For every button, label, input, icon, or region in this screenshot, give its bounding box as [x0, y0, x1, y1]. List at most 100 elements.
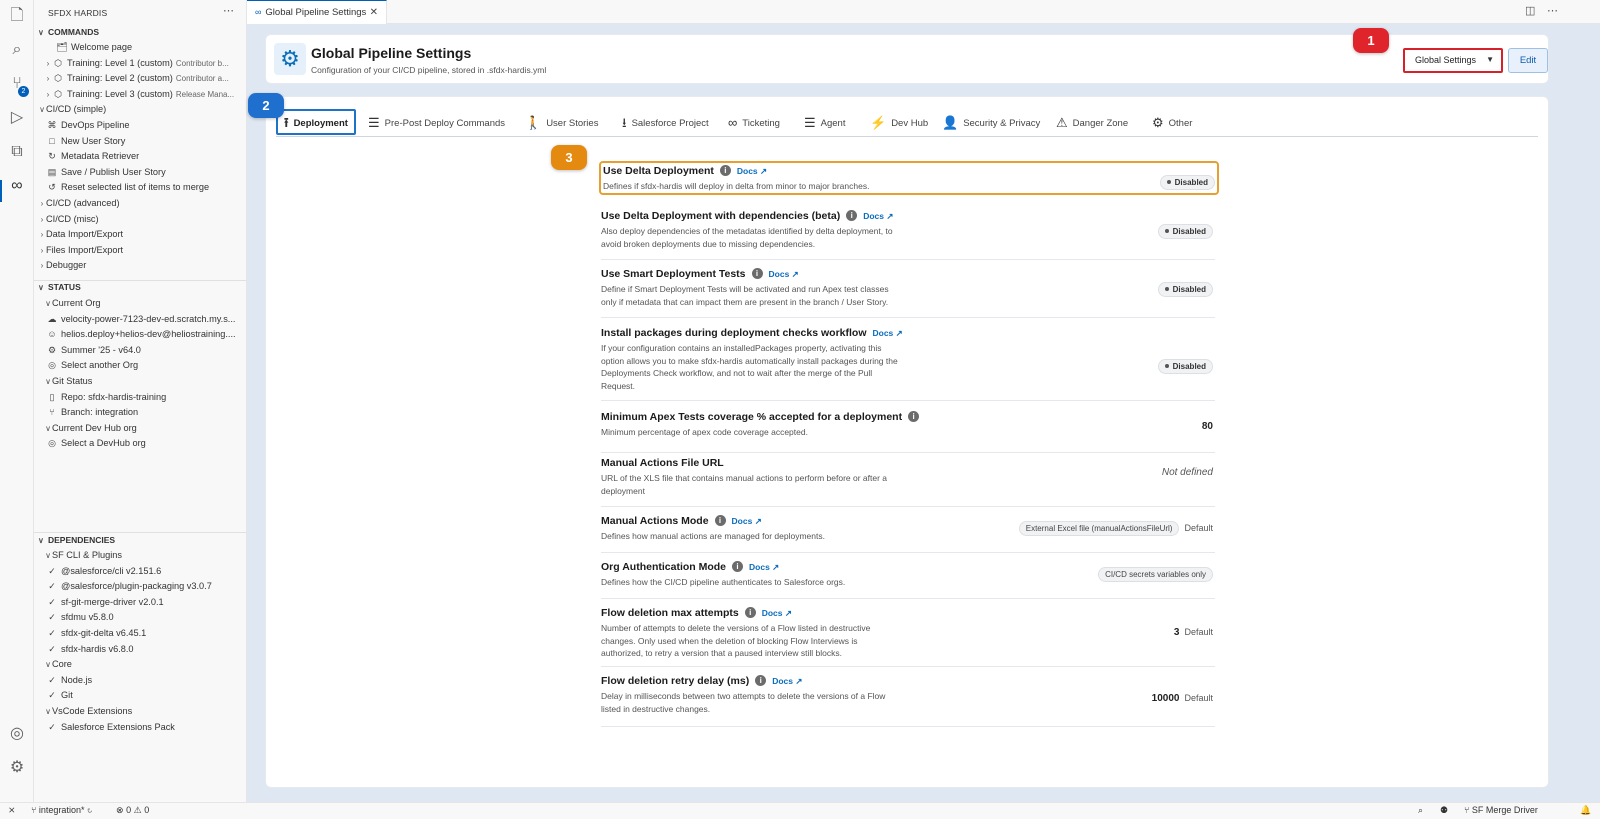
command-item[interactable]: □ New User Story: [34, 134, 246, 149]
status-section-header[interactable]: ∨ STATUS: [34, 282, 246, 296]
dependencies-section-header[interactable]: ∨ DEPENDENCIES: [34, 535, 246, 549]
command-item[interactable]: ∨CI/CD (simple): [34, 102, 246, 117]
status-item[interactable]: ◎ Select another Org: [34, 358, 246, 373]
status-label: Branch: integration: [61, 407, 139, 418]
info-icon[interactable]: i: [846, 210, 858, 221]
info-icon[interactable]: i: [744, 607, 756, 618]
docs-link[interactable]: Docs ↗: [772, 676, 802, 686]
info-icon[interactable]: i: [714, 515, 726, 526]
status-item[interactable]: ◎ Select a DevHub org: [34, 436, 246, 451]
docs-link[interactable]: Docs ↗: [863, 211, 893, 221]
docs-link[interactable]: Docs ↗: [737, 166, 767, 176]
remote-icon[interactable]: ⨯: [8, 805, 16, 816]
status-item[interactable]: ∨Current Org: [34, 296, 246, 311]
setting-title-text: Use Smart Deployment Tests: [601, 268, 746, 280]
command-item[interactable]: › ⬡ Training: Level 3 (custom) Release Mana…: [34, 87, 246, 102]
manage-gear-icon[interactable]: ⚙: [7, 758, 27, 778]
command-item[interactable]: › ⬡ Training: Level 1 (custom) Contributor …: [34, 56, 246, 71]
tab-salesforce-project[interactable]: ⭳ Salesforce Project: [622, 111, 709, 137]
branch-indicator[interactable]: ⑂ integration* ↻: [31, 805, 92, 815]
merge-driver-indicator[interactable]: ⑂ SF Merge Driver: [1464, 805, 1538, 815]
tab-security-privacy[interactable]: 👤 Security & Privacy: [942, 111, 1040, 137]
command-item[interactable]: ▤ Save / Publish User Story: [34, 165, 246, 180]
status-badge: Disabled: [1159, 175, 1215, 190]
info-icon[interactable]: i: [755, 675, 767, 686]
dependency-label: Core: [52, 659, 72, 670]
tab-other[interactable]: ⚙ Other: [1152, 111, 1192, 137]
command-item[interactable]: › CI/CD (advanced): [34, 196, 246, 211]
status-item[interactable]: ☁ velocity-power-7123-dev-ed.scratch.my.s…: [34, 312, 246, 327]
settings-scope-select[interactable]: Global Settings ▼: [1403, 48, 1503, 73]
dependency-item[interactable]: ✓ Node.js: [34, 673, 246, 688]
command-item[interactable]: › CI/CD (misc): [34, 212, 246, 227]
tab-danger-zone[interactable]: ⚠ Danger Zone: [1056, 111, 1128, 137]
command-description: Contributor a...: [175, 74, 229, 84]
command-label: Metadata Retriever: [61, 151, 140, 162]
dependency-item[interactable]: ∨VsCode Extensions: [34, 704, 246, 719]
tab-label: Dev Hub: [891, 118, 929, 129]
explorer-icon[interactable]: 🗋: [7, 6, 27, 26]
more-actions-icon[interactable]: ⋯: [223, 4, 234, 17]
dependency-item[interactable]: ✓ sfdx-hardis v6.8.0: [34, 642, 246, 657]
status-text: Disabled: [1172, 362, 1206, 371]
tab-user-stories[interactable]: 🚶 User Stories: [525, 111, 598, 137]
docs-link[interactable]: Docs ↗: [762, 608, 792, 618]
dependency-item[interactable]: ✓ sf-git-merge-driver v2.0.1: [34, 595, 246, 610]
close-icon[interactable]: ✕: [370, 1, 378, 24]
status-item[interactable]: ☺ helios.deploy+helios-dev@heliostraining…: [34, 327, 246, 342]
account-icon[interactable]: ◎: [7, 724, 27, 744]
docs-link[interactable]: Docs ↗: [749, 562, 779, 572]
tab-pre-post-deploy-commands[interactable]: ☰ Pre-Post Deploy Commands: [368, 111, 505, 137]
tab-dev-hub[interactable]: ⚡ Dev Hub: [870, 111, 928, 137]
status-icon: ◎: [48, 438, 56, 449]
info-icon[interactable]: i: [908, 411, 920, 422]
editor-tab-global-pipeline-settings[interactable]: ∞ Global Pipeline Settings ✕: [247, 0, 387, 24]
problems-indicator[interactable]: ⊗ 0 ⚠ 0: [116, 805, 149, 816]
status-item[interactable]: ∨Current Dev Hub org: [34, 421, 246, 436]
command-item[interactable]: › Files Import/Export: [34, 243, 246, 258]
dependency-item[interactable]: ✓ sfdx-git-delta v6.45.1: [34, 626, 246, 641]
command-item[interactable]: ↺ Reset selected list of items to merge: [34, 180, 246, 195]
info-icon[interactable]: i: [719, 165, 731, 176]
docs-link[interactable]: Docs ↗: [769, 269, 799, 279]
command-item[interactable]: › Data Import/Export: [34, 227, 246, 242]
info-icon[interactable]: i: [732, 561, 744, 572]
dependency-item[interactable]: ∨SF CLI & Plugins: [34, 548, 246, 563]
dependency-item[interactable]: ✓ @salesforce/plugin-packaging v3.0.7: [34, 579, 246, 594]
run-debug-icon[interactable]: ▷: [7, 108, 27, 128]
command-item[interactable]: › Debugger: [34, 258, 246, 273]
copilot-icon[interactable]: ⚉: [1440, 805, 1448, 816]
extensions-icon[interactable]: ⧉: [7, 142, 27, 162]
bell-icon[interactable]: 🔔: [1580, 805, 1591, 816]
zoom-icon[interactable]: ⌕: [1418, 805, 1423, 816]
split-editor-icon[interactable]: ◫: [1525, 4, 1535, 17]
dependency-item[interactable]: ✓ Git: [34, 688, 246, 703]
dependency-item[interactable]: ∨Core: [34, 657, 246, 672]
status-item[interactable]: ∨Git Status: [34, 374, 246, 389]
check-icon: ✓: [48, 612, 56, 623]
command-item[interactable]: 🗂 Welcome page: [34, 40, 246, 55]
command-item[interactable]: ⌘ DevOps Pipeline: [34, 118, 246, 133]
edit-button[interactable]: Edit: [1508, 48, 1548, 73]
more-actions-icon[interactable]: ⋯: [1547, 4, 1558, 17]
sfdx-hardis-icon[interactable]: ∞: [7, 176, 27, 196]
status-item[interactable]: ▯ Repo: sfdx-hardis-training: [34, 390, 246, 405]
tab-ticketing[interactable]: ∞ Ticketing: [728, 111, 780, 137]
command-item[interactable]: › ⬡ Training: Level 2 (custom) Contributor …: [34, 71, 246, 86]
dependency-item[interactable]: ✓ Salesforce Extensions Pack: [34, 720, 246, 735]
dependency-item[interactable]: ✓ @salesforce/cli v2.151.6: [34, 564, 246, 579]
status-item[interactable]: ⑂ Branch: integration: [34, 405, 246, 420]
status-badge: Disabled: [1157, 282, 1213, 297]
search-icon[interactable]: ⌕: [7, 40, 27, 60]
tab-agent[interactable]: ☰ Agent: [804, 111, 845, 137]
dependency-item[interactable]: ✓ sfdmu v5.8.0: [34, 610, 246, 625]
bolt-icon: ⚡: [870, 115, 887, 130]
status-item[interactable]: ⚙ Summer '25 - v64.0: [34, 343, 246, 358]
docs-link[interactable]: Docs ↗: [732, 516, 762, 526]
info-icon[interactable]: i: [751, 268, 763, 279]
tab-deployment[interactable]: ⭱ Deployment: [276, 109, 356, 135]
status-dot-icon: [1164, 229, 1169, 233]
docs-link[interactable]: Docs ↗: [873, 328, 903, 338]
command-item[interactable]: ↻ Metadata Retriever: [34, 149, 246, 164]
commands-section-header[interactable]: ∨ COMMANDS: [34, 27, 246, 41]
